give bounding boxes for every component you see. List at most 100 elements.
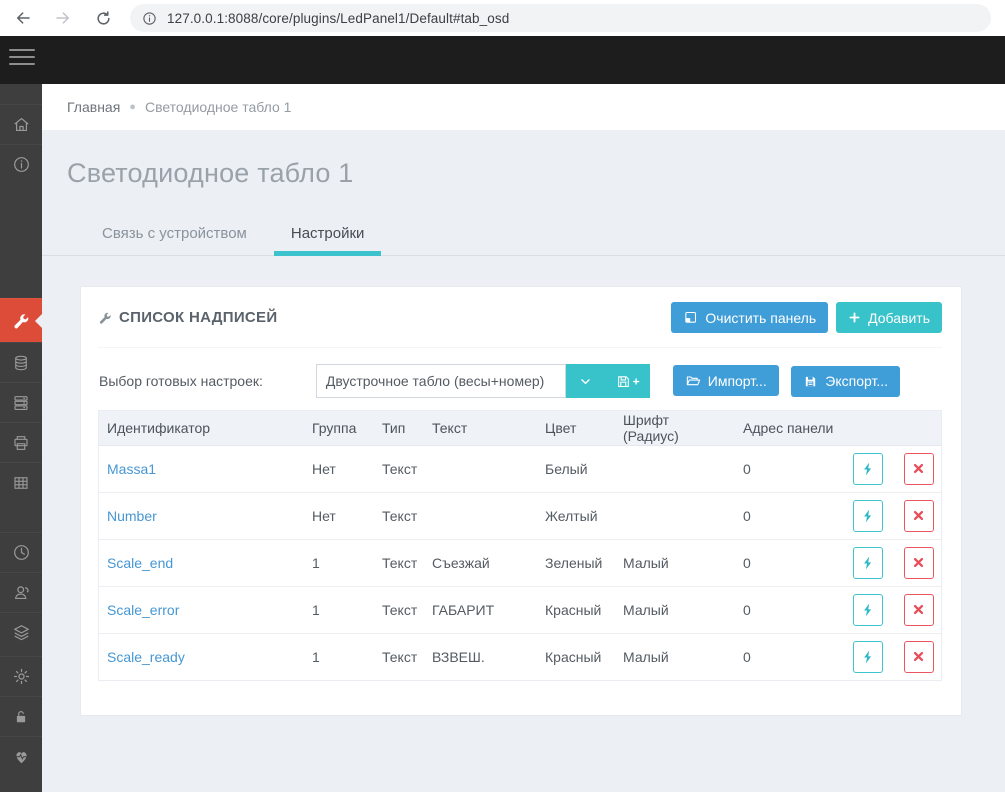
delete-row-button[interactable] xyxy=(903,546,934,579)
import-button[interactable]: Импорт... xyxy=(672,365,779,397)
sidebar-item-table[interactable] xyxy=(0,462,42,502)
sidebar-item-server[interactable] xyxy=(0,382,42,422)
row-type: Текст xyxy=(374,633,424,680)
delete-row-button[interactable] xyxy=(903,640,934,673)
app-topbar xyxy=(0,36,1005,84)
users-icon xyxy=(14,586,28,600)
clear-panel-button[interactable]: Очистить панель xyxy=(671,302,829,333)
plus-icon xyxy=(849,312,860,323)
bolt-icon xyxy=(864,556,872,569)
hamburger-menu-icon[interactable] xyxy=(9,49,35,70)
wrench-icon xyxy=(98,311,112,325)
column-header: Текст xyxy=(424,411,537,446)
sidebar-item-schedule[interactable] xyxy=(0,532,42,572)
table-row: Scale_end 1 Текст Съезжай Зеленый Малый … xyxy=(99,539,941,587)
row-text xyxy=(424,492,537,540)
table-row: Scale_error 1 Текст ГАБАРИТ Красный Малы… xyxy=(99,586,941,634)
row-group: Нет xyxy=(304,445,374,493)
sidebar-item-users[interactable] xyxy=(0,572,42,612)
layers-icon xyxy=(13,625,29,641)
bolt-icon xyxy=(864,650,872,664)
sidebar-item-layers[interactable] xyxy=(0,612,42,652)
browser-toolbar: 127.0.0.1:8088/core/plugins/LedPanel1/De… xyxy=(0,0,1005,36)
table-header-row: Идентификатор Группа Тип Текст Цвет Шрифт (Ра… xyxy=(99,411,941,446)
test-output-button[interactable] xyxy=(853,452,883,485)
folder-open-icon xyxy=(686,376,700,385)
test-output-button[interactable] xyxy=(853,640,883,673)
save-preset-button[interactable] xyxy=(606,364,650,398)
tab-device-link[interactable]: Связь с устройством xyxy=(85,215,264,255)
sidebar xyxy=(0,84,42,792)
row-type: Текст xyxy=(374,492,424,540)
delete-row-button[interactable] xyxy=(903,452,934,485)
row-address: 0 xyxy=(735,539,845,587)
sidebar-item-health[interactable] xyxy=(0,736,42,776)
add-button[interactable]: Добавить xyxy=(836,302,942,333)
sidebar-item-plugins-active[interactable] xyxy=(0,298,42,342)
presets-dropdown-button[interactable] xyxy=(566,364,606,398)
row-id-link[interactable]: Scale_error xyxy=(107,602,179,618)
sidebar-item-security[interactable] xyxy=(0,696,42,736)
sidebar-item-settings[interactable] xyxy=(0,656,42,696)
test-output-button[interactable] xyxy=(853,499,883,532)
url-bar[interactable]: 127.0.0.1:8088/core/plugins/LedPanel1/De… xyxy=(130,4,991,32)
row-text: ГАБАРИТ xyxy=(424,586,537,634)
presets-row: Выбор готовых настроек: Двустрочное табл… xyxy=(98,364,942,398)
screen: 127.0.0.1:8088/core/plugins/LedPanel1/De… xyxy=(0,0,1005,792)
column-header xyxy=(845,411,941,446)
sidebar-item-info[interactable] xyxy=(0,144,42,184)
row-color: Белый xyxy=(537,445,615,493)
bolt-icon xyxy=(864,509,872,522)
tab-bar: Связь с устройством Настройки xyxy=(42,215,1005,256)
row-color: Красный xyxy=(537,633,615,680)
export-button[interactable]: Экспорт... xyxy=(791,365,900,397)
presets-select-group: Двустрочное табло (весы+номер) xyxy=(315,364,650,398)
row-id-link[interactable]: Massa1 xyxy=(107,461,156,477)
row-address: 0 xyxy=(735,445,845,493)
presets-label: Выбор готовых настроек: xyxy=(99,373,263,389)
delete-row-button[interactable] xyxy=(903,499,934,532)
delete-x-icon xyxy=(914,604,924,615)
refresh-icon[interactable] xyxy=(86,3,120,33)
row-text: ВЗВЕШ. xyxy=(424,633,537,680)
bolt-icon xyxy=(864,603,872,616)
test-output-button[interactable] xyxy=(853,546,883,579)
row-group: 1 xyxy=(304,586,374,634)
column-header: Идентификатор xyxy=(99,411,304,446)
lock-icon xyxy=(16,710,26,722)
back-arrow-icon[interactable] xyxy=(6,3,40,33)
row-color: Желтый xyxy=(537,492,615,540)
sidebar-item-home[interactable] xyxy=(0,104,42,144)
page-info-icon xyxy=(143,11,156,25)
presets-select[interactable]: Двустрочное табло (весы+номер) xyxy=(315,364,566,398)
home-icon xyxy=(13,117,29,132)
row-id-link[interactable]: Number xyxy=(107,508,157,524)
row-color: Красный xyxy=(537,586,615,634)
delete-x-icon xyxy=(914,463,924,474)
breadcrumb-current: Светодиодное табло 1 xyxy=(144,99,292,115)
forward-arrow-icon[interactable] xyxy=(46,3,80,33)
sidebar-item-printer[interactable] xyxy=(0,422,42,462)
row-address: 0 xyxy=(735,492,845,540)
floppy-icon xyxy=(806,376,816,386)
sidebar-item-database[interactable] xyxy=(0,342,42,382)
wrench-icon xyxy=(14,313,29,328)
delete-row-button[interactable] xyxy=(903,593,934,626)
table-row: Scale_ready 1 Текст ВЗВЕШ. Красный Малый… xyxy=(99,633,941,680)
bolt-icon xyxy=(864,462,872,475)
breadcrumb-home-link[interactable]: Главная xyxy=(67,99,120,115)
column-header: Тип xyxy=(374,411,424,446)
row-font: Малый xyxy=(615,633,735,680)
row-id-link[interactable]: Scale_ready xyxy=(107,649,185,665)
row-font xyxy=(615,445,735,493)
row-group: Нет xyxy=(304,492,374,540)
row-font: Малый xyxy=(615,539,735,587)
tab-settings[interactable]: Настройки xyxy=(273,215,382,256)
column-header: Шрифт (Радиус) xyxy=(615,411,735,446)
row-id-link[interactable]: Scale_end xyxy=(107,555,173,571)
test-output-button[interactable] xyxy=(853,593,883,626)
url-text: 127.0.0.1:8088/core/plugins/LedPanel1/De… xyxy=(167,10,510,26)
row-type: Текст xyxy=(374,586,424,634)
breadcrumb: Главная ● Светодиодное табло 1 xyxy=(42,84,1005,130)
table-row: Massa1 Нет Текст Белый 0 xyxy=(99,445,941,493)
